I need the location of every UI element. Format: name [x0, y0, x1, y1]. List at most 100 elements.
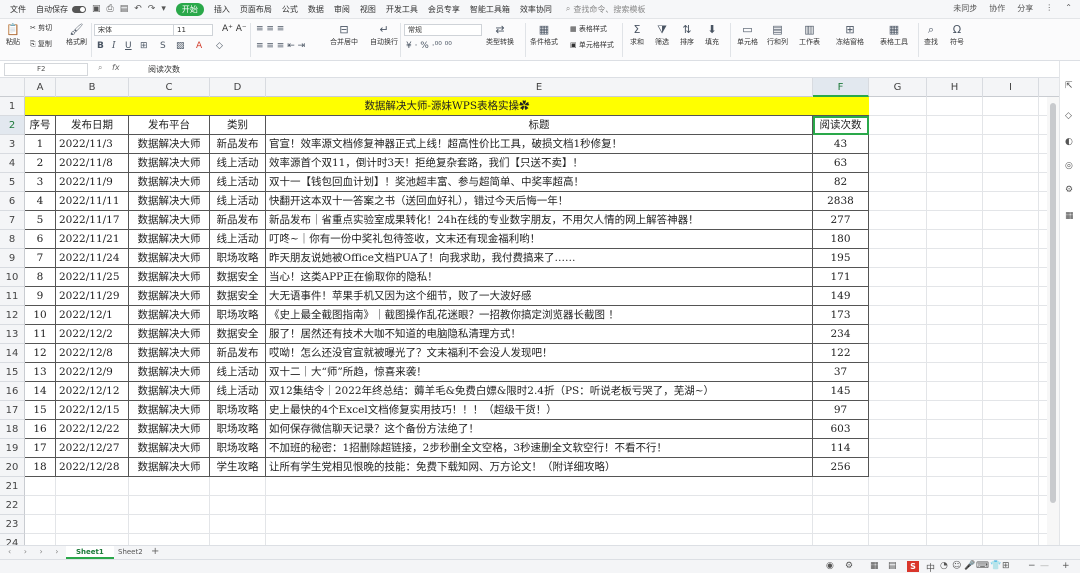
share-button[interactable]: 分享	[1017, 3, 1033, 14]
redo-icon[interactable]: ↷	[148, 4, 156, 14]
empty-cell[interactable]	[983, 439, 1039, 458]
fx-icon[interactable]: fx	[112, 63, 120, 72]
table-cell[interactable]: 2022/11/29	[56, 287, 129, 306]
table-cell[interactable]: 服了！居然还有技术大咖不知道的电脑隐私清理方式！	[266, 325, 813, 344]
empty-cell[interactable]	[983, 401, 1039, 420]
table-cell[interactable]: 数据解决大师	[129, 135, 210, 154]
empty-cell[interactable]	[869, 154, 927, 173]
table-cell[interactable]: 当心！这类APP正在偷取你的隐私！	[266, 268, 813, 287]
table-cell[interactable]: 数据解决大师	[129, 211, 210, 230]
table-cell[interactable]: 2022/11/8	[56, 154, 129, 173]
empty-cell[interactable]	[927, 325, 983, 344]
collab-button[interactable]: 协作	[989, 3, 1005, 14]
filter-button[interactable]: ⧩ 筛选	[655, 23, 669, 47]
sheet-tab-1[interactable]: Sheet1	[66, 546, 114, 559]
row-header[interactable]: 10	[0, 268, 25, 287]
table-cell[interactable]: 8	[25, 268, 56, 287]
sheet-title-cell[interactable]: 数据解决大师-源妹WPS表格实操✿	[25, 97, 869, 116]
column-header[interactable]: D	[210, 78, 266, 97]
empty-cell[interactable]	[129, 477, 210, 496]
empty-cell[interactable]	[983, 97, 1039, 116]
font-select[interactable]: 宋体	[94, 24, 180, 36]
empty-cell[interactable]	[927, 363, 983, 382]
empty-cell[interactable]	[869, 306, 927, 325]
normal-view-icon[interactable]: ▦	[870, 561, 879, 571]
table-cell[interactable]: 277	[813, 211, 869, 230]
table-cell[interactable]: 叮咚~｜你有一份中奖礼包待签收，文末还有现金福利哟！	[266, 230, 813, 249]
empty-cell[interactable]	[983, 230, 1039, 249]
header-cell[interactable]: 发布平台	[129, 116, 210, 135]
empty-cell[interactable]	[210, 496, 266, 515]
search-icon[interactable]: ⌕	[566, 4, 570, 14]
font-size-select[interactable]: 11	[173, 24, 213, 36]
row-header[interactable]: 9	[0, 249, 25, 268]
row-header[interactable]: 21	[0, 477, 25, 496]
empty-cell[interactable]	[266, 515, 813, 534]
table-cell[interactable]: 数据解决大师	[129, 173, 210, 192]
table-cell[interactable]: 大无语事件！苹果手机又因为这个细节，败了一大波好感	[266, 287, 813, 306]
table-cell[interactable]: 2838	[813, 192, 869, 211]
empty-cell[interactable]	[210, 515, 266, 534]
row-header[interactable]: 23	[0, 515, 25, 534]
table-cell[interactable]: 2022/12/1	[56, 306, 129, 325]
table-cell[interactable]: 线上活动	[210, 230, 266, 249]
table-cell[interactable]: 数据解决大师	[129, 325, 210, 344]
row-header[interactable]: 6	[0, 192, 25, 211]
table-cell[interactable]: 数据解决大师	[129, 458, 210, 477]
table-cell[interactable]: 线上活动	[210, 154, 266, 173]
empty-cell[interactable]	[983, 363, 1039, 382]
table-cell[interactable]: 新品发布	[210, 211, 266, 230]
empty-cell[interactable]	[983, 534, 1039, 545]
empty-cell[interactable]	[983, 249, 1039, 268]
ime-indicator[interactable]: 中	[926, 561, 935, 574]
sidebar-chart-icon[interactable]: ◐	[1065, 137, 1073, 147]
number-format-select[interactable]: 常规	[404, 24, 482, 36]
column-header[interactable]: G	[869, 78, 927, 97]
empty-cell[interactable]	[266, 534, 813, 545]
empty-cell[interactable]	[927, 401, 983, 420]
empty-cell[interactable]	[983, 268, 1039, 287]
table-cell[interactable]: 数据解决大师	[129, 268, 210, 287]
symbol-button[interactable]: Ω 符号	[950, 23, 964, 47]
column-header[interactable]: A	[25, 78, 56, 97]
select-all-corner[interactable]	[0, 78, 25, 97]
table-cell[interactable]: 63	[813, 154, 869, 173]
table-cell[interactable]: 171	[813, 268, 869, 287]
column-header[interactable]: B	[56, 78, 129, 97]
empty-cell[interactable]	[983, 420, 1039, 439]
sheet-tab-2[interactable]: Sheet2	[108, 546, 153, 559]
empty-cell[interactable]	[129, 496, 210, 515]
tab-view[interactable]: 视图	[360, 4, 376, 15]
table-cell[interactable]: 学生攻略	[210, 458, 266, 477]
formula-input[interactable]: 阅读次数	[148, 64, 180, 75]
emoji-icon[interactable]: ☺	[952, 561, 961, 571]
empty-cell[interactable]	[869, 344, 927, 363]
table-cell[interactable]: 2022/11/21	[56, 230, 129, 249]
empty-cell[interactable]	[25, 515, 56, 534]
eye-icon[interactable]: ◉	[826, 561, 834, 571]
empty-cell[interactable]	[56, 534, 129, 545]
empty-cell[interactable]	[25, 534, 56, 545]
column-header[interactable]: I	[983, 78, 1039, 97]
page-view-icon[interactable]: ▤	[888, 561, 897, 571]
empty-cell[interactable]	[927, 230, 983, 249]
row-header[interactable]: 5	[0, 173, 25, 192]
empty-cell[interactable]	[25, 496, 56, 515]
table-cell[interactable]: 哎呦！怎么还没官宣就被曝光了？文末福利不会没人发现吧！	[266, 344, 813, 363]
header-cell[interactable]: 类别	[210, 116, 266, 135]
column-header[interactable]: F	[813, 78, 869, 97]
table-cell[interactable]: 12	[25, 344, 56, 363]
table-cell[interactable]: 职场攻略	[210, 401, 266, 420]
row-header[interactable]: 7	[0, 211, 25, 230]
clear-format-button[interactable]: ◇	[216, 41, 223, 51]
empty-cell[interactable]	[983, 382, 1039, 401]
empty-cell[interactable]	[210, 477, 266, 496]
undo-icon[interactable]: ↶	[134, 4, 142, 14]
find-button[interactable]: ⌕ 查找	[924, 23, 938, 47]
table-cell[interactable]: 新品发布	[210, 135, 266, 154]
paste-button[interactable]: 📋 粘贴	[6, 23, 20, 47]
row-header[interactable]: 19	[0, 439, 25, 458]
table-cell[interactable]: 2	[25, 154, 56, 173]
row-header[interactable]: 18	[0, 420, 25, 439]
table-cell[interactable]: 数据解决大师	[129, 439, 210, 458]
